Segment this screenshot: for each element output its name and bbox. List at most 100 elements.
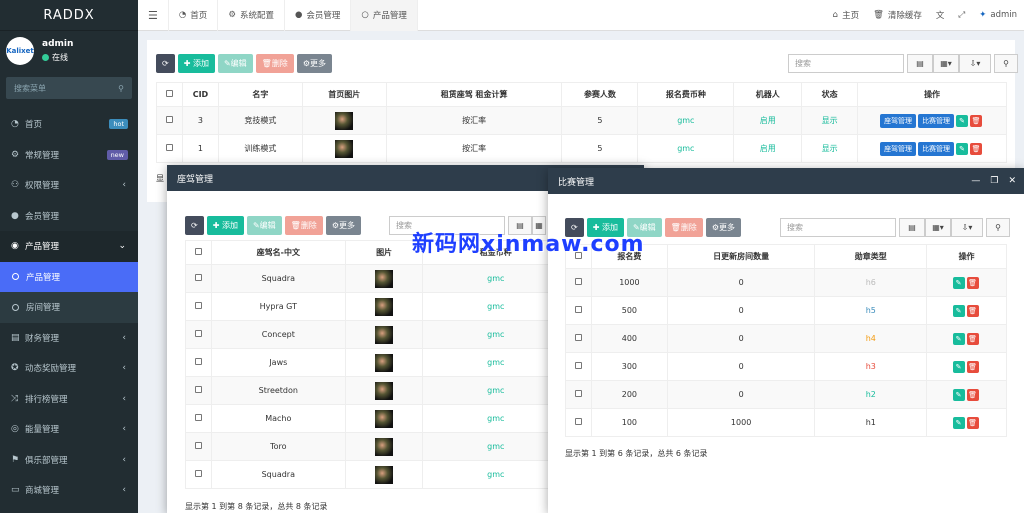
car-image[interactable] [344,432,424,461]
row-checkbox[interactable] [565,296,592,325]
add-button[interactable]: ✚ 添加 [177,54,215,73]
more-button[interactable]: ⚙ 更多 [325,216,361,235]
close-icon[interactable]: ✕ [1008,176,1016,186]
match-manage-button[interactable]: 比赛管理 [918,113,955,128]
clear-cache-button[interactable]: 🗑 清除缓存 [866,0,929,31]
row-checkbox[interactable] [185,432,212,461]
sidebar-item-3[interactable]: ● 会员管理 [0,201,138,232]
row-checkbox[interactable] [156,106,183,135]
sidebar-item-11[interactable]: ⚑ 俱乐部管理 ‹ [0,445,138,476]
row-checkbox[interactable] [565,268,592,297]
refresh-button[interactable]: ⟳ [156,54,175,73]
sidebar-item-8[interactable]: ✪ 动态奖励管理 ‹ [0,353,138,384]
more-button[interactable]: ⚙ 更多 [705,218,741,237]
maximize-icon[interactable]: ❐ [990,176,998,186]
car-manage-button[interactable]: 座驾管理 [880,141,917,156]
search-input[interactable]: 搜索 [780,218,896,237]
column-header[interactable]: 名字 [217,82,303,107]
robot-cell[interactable]: 启用 [733,106,803,135]
edit-icon[interactable]: ✎ [952,388,965,401]
column-header[interactable]: 租赁座驾 租金计算 [385,82,563,107]
column-header[interactable]: 状态 [801,82,859,107]
sidebar-toggle-button[interactable]: ☰ [138,0,169,31]
edit-icon[interactable]: ✎ [956,114,969,127]
edit-icon[interactable]: ✎ [952,332,965,345]
sidebar-item-0[interactable]: ◔ 首页 hot [0,109,138,140]
delete-icon[interactable]: 🗑 [966,388,979,401]
sidebar-item-1[interactable]: ⚙ 常规管理 new [0,140,138,171]
toggle-view-button[interactable]: ▤ [907,54,933,73]
sidebar-item-4[interactable]: ◉ 产品管理 ⌄ [0,231,138,262]
row-checkbox[interactable] [565,408,592,437]
car-manage-button[interactable]: 座驾管理 [880,113,917,128]
sidebar-item-12[interactable]: ▭ 商城管理 ‹ [0,475,138,506]
delete-button[interactable]: 🗑 删除 [664,218,703,237]
column-header[interactable]: 参赛人数 [561,82,639,107]
edit-button[interactable]: ✎ 编辑 [217,54,253,73]
delete-icon[interactable]: 🗑 [970,142,983,155]
columns-button[interactable]: ▦▾ [925,218,951,237]
sidebar-item-2[interactable]: ⚇ 权限管理 ‹ [0,170,138,201]
match-manage-button[interactable]: 比赛管理 [918,141,955,156]
edit-icon[interactable]: ✎ [956,142,969,155]
toggle-view-button[interactable]: ▤ [899,218,925,237]
sidebar-item-5[interactable]: 产品管理 [0,261,138,292]
edit-icon[interactable]: ✎ [952,276,965,289]
add-button[interactable]: ✚ 添加 [206,216,244,235]
column-header[interactable]: 座驾名-中文 [210,240,346,265]
row-checkbox[interactable] [156,134,183,163]
delete-icon[interactable]: 🗑 [966,360,979,373]
search-toggle-button[interactable]: ⚲ [986,218,1010,237]
export-button[interactable]: ⇩▾ [951,218,983,237]
home-link[interactable]: ⌂ 主页 [826,0,866,31]
tab-1[interactable]: ⚙ 系统配置 [218,0,285,31]
delete-icon[interactable]: 🗑 [970,114,983,127]
row-checkbox[interactable] [185,460,212,489]
car-image[interactable] [344,320,424,349]
row-checkbox[interactable] [565,324,592,353]
row-checkbox[interactable] [185,292,212,321]
row-checkbox[interactable] [185,320,212,349]
sidebar-item-6[interactable]: 房间管理 [0,292,138,323]
column-header[interactable]: 日更新房间数量 [666,244,816,269]
select-all-checkbox[interactable] [156,82,183,107]
row-checkbox[interactable] [185,376,212,405]
row-checkbox[interactable] [565,380,592,409]
car-image[interactable] [344,264,424,293]
thumbnail-image[interactable] [301,106,387,135]
export-button[interactable]: ⇩▾ [959,54,991,73]
minimize-icon[interactable]: — [971,176,980,186]
column-header[interactable]: CID [181,82,219,107]
car-image[interactable] [344,460,424,489]
more-button[interactable]: ⚙ 更多 [296,54,332,73]
delete-icon[interactable]: 🗑 [966,416,979,429]
tab-0[interactable]: ◔ 首页 [169,0,219,31]
delete-icon[interactable]: 🗑 [966,276,979,289]
car-image[interactable] [344,376,424,405]
row-checkbox[interactable] [185,348,212,377]
robot-cell[interactable]: 启用 [733,134,803,163]
row-checkbox[interactable] [185,264,212,293]
edit-button[interactable]: ✎ 编辑 [246,216,282,235]
column-header[interactable]: 勋章类型 [814,244,928,269]
tab-2[interactable]: ● 会员管理 [285,0,352,31]
tab-3[interactable]: ○ 产品管理 [351,0,418,31]
column-header[interactable]: 首页图片 [301,82,387,107]
edit-icon[interactable]: ✎ [952,360,965,373]
column-header[interactable]: 操作 [857,82,1007,107]
select-all-checkbox[interactable] [185,240,212,265]
sidebar-item-9[interactable]: ⤨ 排行榜管理 ‹ [0,384,138,415]
row-checkbox[interactable] [185,404,212,433]
edit-icon[interactable]: ✎ [952,304,965,317]
sidebar-item-10[interactable]: ◎ 能量管理 ‹ [0,414,138,445]
translate-button[interactable]: 文 [929,0,952,31]
user-menu[interactable]: ✦ admin [972,0,1024,31]
column-header[interactable]: 报名费币种 [637,82,735,107]
columns-button[interactable]: ▦▾ [933,54,959,73]
sidebar-item-7[interactable]: ▤ 财务管理 ‹ [0,323,138,354]
column-header[interactable]: 操作 [926,244,1007,269]
delete-button[interactable]: 🗑 删除 [255,54,294,73]
edit-icon[interactable]: ✎ [952,416,965,429]
search-toggle-button[interactable]: ⚲ [994,54,1018,73]
fullscreen-button[interactable]: ⤢ [951,0,972,31]
